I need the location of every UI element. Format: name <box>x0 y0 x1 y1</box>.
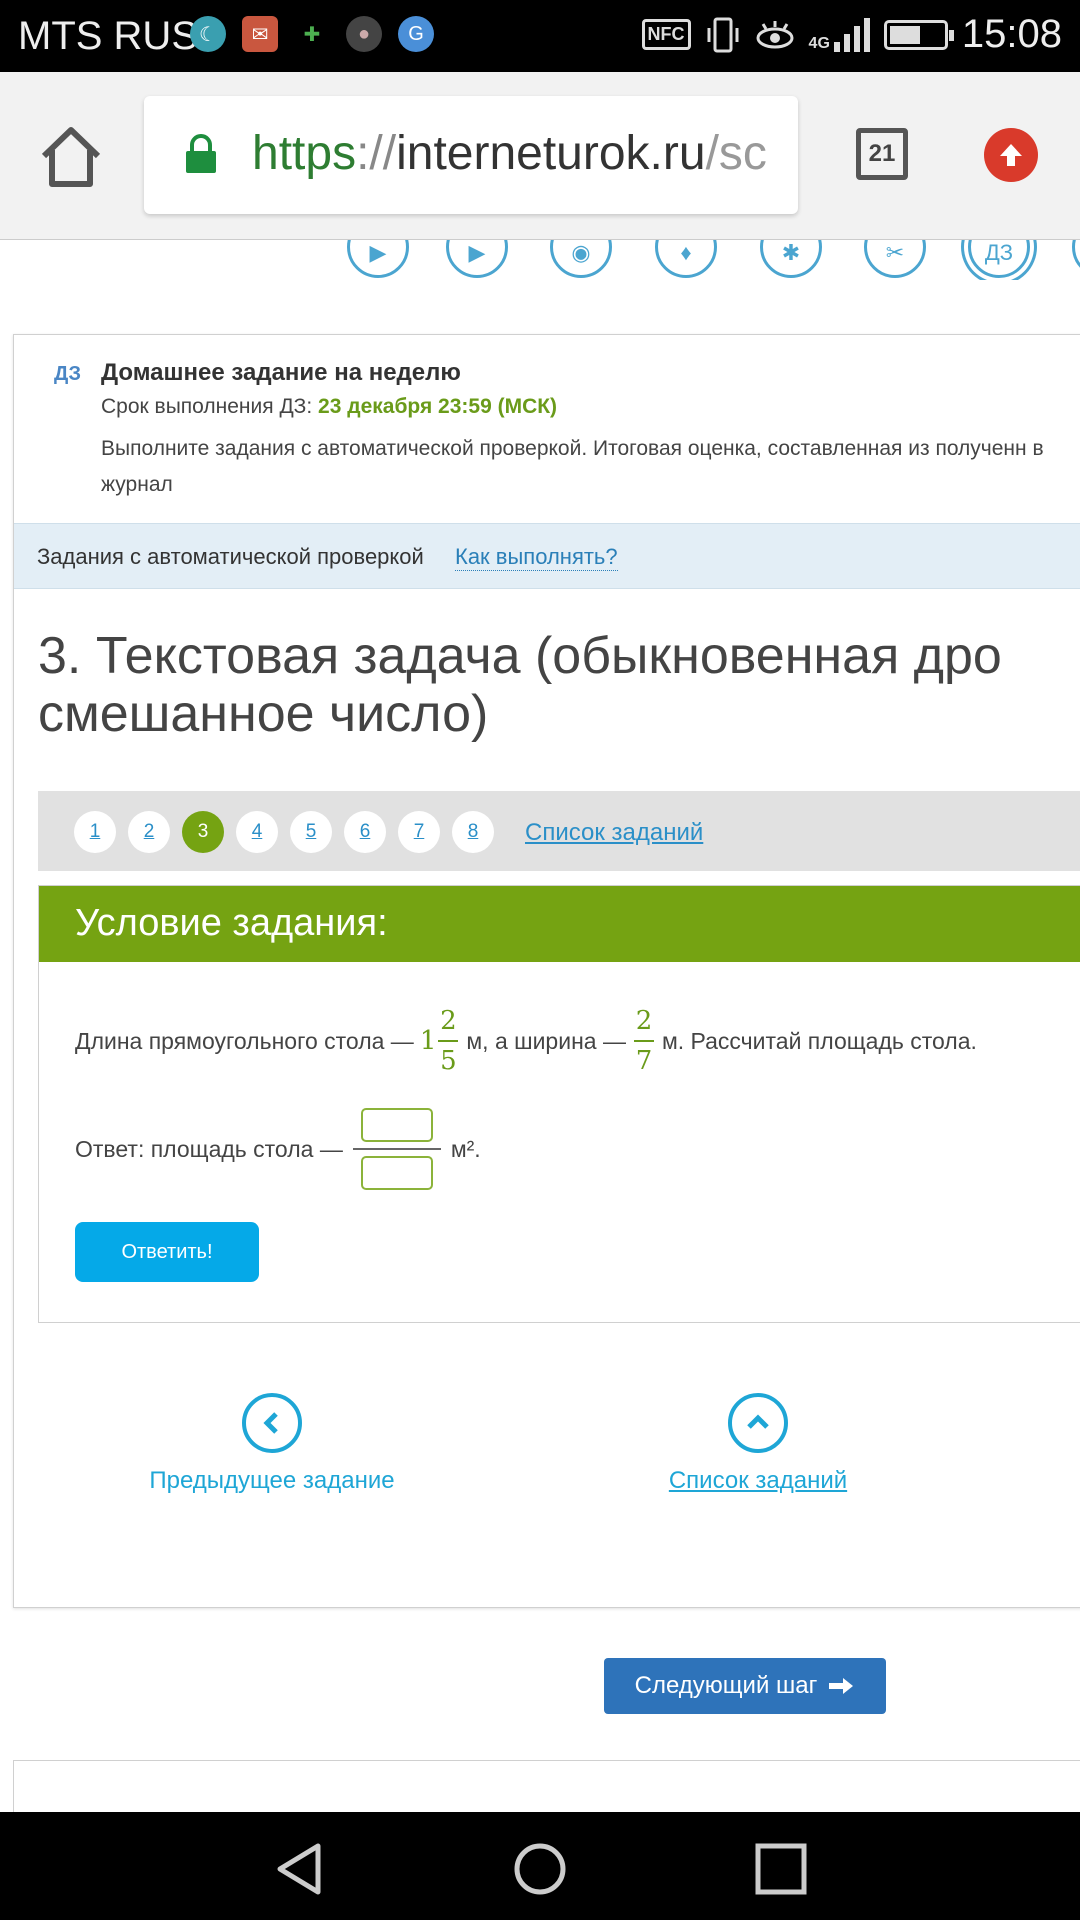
lesson-step-play-icon[interactable]: ▶ <box>347 240 409 278</box>
lesson-step-play-icon[interactable]: ▶ <box>446 240 508 278</box>
chevron-left-icon <box>242 1393 302 1453</box>
clock: 15:08 <box>961 12 1062 56</box>
carrier-name: MTS RUS <box>18 14 198 58</box>
puzzle-icon: ✚ <box>303 23 321 46</box>
lesson-step-scissors-icon[interactable]: ✂ <box>864 240 926 278</box>
how-to-link[interactable]: Как выполнять? <box>455 544 618 571</box>
task-title: 3. Текстовая задача (обыкновенная дро см… <box>38 627 1002 743</box>
lock-icon <box>186 134 216 173</box>
homework-deadline: Срок выполнения ДЗ: 23 декабря 23:59 (МС… <box>101 395 558 418</box>
condition-text: Длина прямоугольного стола — 1 25 м, а ш… <box>75 1006 977 1076</box>
home-icon[interactable] <box>38 124 104 190</box>
condition-header: Условие задания: <box>39 886 1080 962</box>
back-icon[interactable] <box>272 1842 326 1896</box>
system-navigation-bar <box>0 1812 1080 1920</box>
homework-description: Выполните задания с автоматической прове… <box>101 437 1044 496</box>
lesson-step-bulb-icon[interactable]: ♦ <box>655 240 717 278</box>
page-link-3[interactable]: 3 <box>182 811 224 853</box>
lesson-step-homework[interactable]: ДЗ <box>968 240 1030 278</box>
notification-icons: ☾ ✉ ✚ ● G <box>190 16 434 52</box>
address-bar[interactable]: https://interneturok.ru/sc <box>144 96 798 214</box>
system-icons: NFC 4G 15:08 <box>641 12 1062 57</box>
answer-fraction <box>352 1108 441 1190</box>
lesson-step-trainer-icon[interactable]: ✱ <box>760 240 822 278</box>
autocheck-label: Задания с автоматической проверкой <box>37 544 424 569</box>
length-fraction: 25 <box>438 1006 459 1076</box>
browser-toolbar: https://interneturok.ru/sc 21 <box>0 72 1080 240</box>
page-link-8[interactable]: 8 <box>452 811 494 853</box>
app-badge-icon: ● <box>346 16 382 52</box>
autocheck-bar: Задания с автоматической проверкой Как в… <box>14 523 1080 589</box>
mail-icon: ✉ <box>242 16 278 52</box>
moon-icon: ☾ <box>190 16 226 52</box>
answer-row: Ответ: площадь стола — м². <box>75 1108 481 1190</box>
network-type: 4G <box>808 34 830 52</box>
status-bar: MTS RUS ☾ ✉ ✚ ● G NFC 4G 15:08 <box>0 0 1080 72</box>
task-list-nav-link[interactable]: Список заданий <box>608 1393 908 1495</box>
chevron-up-icon <box>728 1393 788 1453</box>
homework-title: Домашнее задание на неделю <box>101 359 461 386</box>
homework-card: ДЗ Домашнее задание на неделю Срок выпол… <box>13 334 1080 1608</box>
vibrate-icon <box>707 17 739 52</box>
answer-denominator-input[interactable] <box>360 1156 433 1190</box>
page-link-6[interactable]: 6 <box>344 811 386 853</box>
task-condition: Условие задания: Длина прямоугольного ст… <box>38 885 1080 1323</box>
page-link-7[interactable]: 7 <box>398 811 440 853</box>
answer-numerator-input[interactable] <box>360 1108 433 1142</box>
recents-icon[interactable] <box>754 1842 808 1896</box>
page-link-5[interactable]: 5 <box>290 811 332 853</box>
tab-switcher-button[interactable]: 21 <box>856 128 908 180</box>
page-link-4[interactable]: 4 <box>236 811 278 853</box>
width-fraction: 27 <box>633 1006 654 1076</box>
length-whole: 1 <box>419 1026 437 1056</box>
next-step-button[interactable]: Следующий шаг <box>604 1658 886 1714</box>
nfc-icon: NFC <box>641 19 691 50</box>
answer-label: Ответ: площадь стола — <box>75 1135 343 1162</box>
lesson-step-more-icon[interactable] <box>1072 240 1080 278</box>
eye-icon <box>756 20 794 48</box>
home-circle-icon[interactable] <box>513 1842 567 1896</box>
signal-icon <box>833 17 870 52</box>
task-list-link[interactable]: Список заданий <box>525 819 703 847</box>
task-list-label: Список заданий <box>668 1467 848 1494</box>
homework-tag: ДЗ <box>54 363 82 385</box>
answer-unit: м². <box>450 1135 481 1162</box>
lesson-steps-strip: ▶ ▶ ◉ ♦ ✱ ✂ ДЗ <box>0 240 1080 280</box>
previous-task-label: Предыдущее задание <box>149 1467 395 1494</box>
arrow-right-icon <box>829 1678 854 1694</box>
g-app-icon: G <box>398 16 434 52</box>
lesson-step-webinar-icon[interactable]: ◉ <box>550 240 612 278</box>
update-icon[interactable] <box>984 128 1038 182</box>
task-pager: 1 2 3 4 5 6 7 8 Список заданий <box>38 791 1080 871</box>
page-link-2[interactable]: 2 <box>128 811 170 853</box>
previous-task-link[interactable]: Предыдущее задание <box>122 1393 422 1495</box>
url-text: https://interneturok.ru/sc <box>252 127 767 180</box>
page-link-1[interactable]: 1 <box>74 811 116 853</box>
submit-answer-button[interactable]: Ответить! <box>75 1222 259 1282</box>
battery-icon <box>883 19 954 50</box>
